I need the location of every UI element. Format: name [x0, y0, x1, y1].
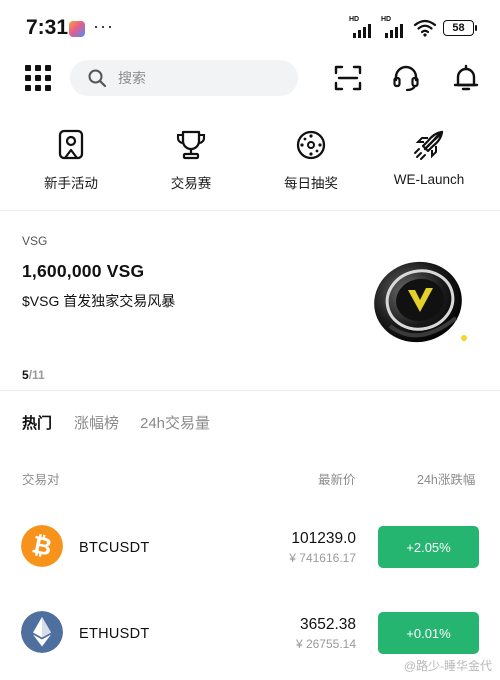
- customer-service-icon[interactable]: [391, 63, 421, 93]
- scan-icon[interactable]: [333, 63, 363, 93]
- last-price: 3652.38: [299, 616, 356, 633]
- cell-signal-icon-2: HD: [381, 16, 407, 38]
- fiat-price: ¥ 741616.17: [289, 551, 356, 565]
- fiat-price: ¥ 26755.14: [295, 637, 356, 651]
- quick-action-label: 交易赛: [170, 176, 212, 191]
- bitcoin-icon: ₿: [21, 525, 63, 567]
- wifi-icon: [413, 19, 437, 37]
- trophy-icon: [176, 130, 206, 160]
- pager-total: /11: [28, 368, 45, 382]
- quick-action-label: WE-Launch: [393, 172, 465, 187]
- quick-action-label: 新手活动: [44, 176, 98, 191]
- change-badge[interactable]: +2.05%: [378, 526, 479, 568]
- banner-pager: 5/11: [22, 368, 45, 382]
- quick-action-newbie[interactable]: 新手活动: [16, 128, 126, 192]
- badge-icon: [58, 129, 84, 160]
- banner-subtitle: $VSG 首发独家交易风暴: [22, 293, 176, 309]
- pair-name: BTCUSDT: [79, 540, 150, 556]
- rocket-icon: [414, 130, 444, 160]
- notification-bell-icon[interactable]: [451, 63, 481, 93]
- tab-24h-volume[interactable]: 24h交易量: [140, 412, 210, 433]
- change-badge[interactable]: +0.01%: [378, 612, 479, 654]
- table-row[interactable]: ₿ BTCUSDT 101239.0 ¥ 741616.17 +2.05%: [0, 511, 500, 581]
- search-icon: [88, 69, 107, 88]
- ethereum-icon: [21, 611, 63, 653]
- status-bar: 7:31 ··· HD HD 58: [0, 0, 500, 56]
- last-price: 101239.0: [291, 530, 356, 547]
- banner-title: 1,600,000 VSG: [22, 261, 145, 281]
- watermark: @路少-睡华金代: [403, 659, 492, 673]
- search-input[interactable]: 搜索: [70, 60, 298, 96]
- column-header-price[interactable]: 最新价: [318, 469, 356, 488]
- cell-signal-icon: HD: [349, 16, 375, 38]
- quick-action-label: 每日抽奖: [284, 176, 338, 191]
- column-header-change[interactable]: 24h涨跌幅: [417, 469, 475, 488]
- status-indicators: HD HD 58: [349, 16, 477, 39]
- quick-action-lottery[interactable]: 每日抽奖: [256, 128, 366, 192]
- quick-action-contest[interactable]: 交易赛: [136, 128, 246, 192]
- menu-grid-icon[interactable]: [25, 65, 51, 91]
- section-divider: [0, 210, 500, 211]
- quick-action-we-launch[interactable]: WE-Launch: [374, 128, 484, 187]
- banner-tag: VSG: [22, 234, 48, 248]
- banner-indicator-dot: [461, 335, 467, 341]
- lucky-wheel-icon: [296, 130, 326, 160]
- more-notifications-icon: ···: [93, 16, 114, 36]
- pager-current: 5: [22, 368, 29, 382]
- pair-name: ETHUSDT: [79, 626, 150, 642]
- status-time: 7:31: [26, 16, 69, 39]
- search-placeholder: 搜索: [118, 70, 146, 86]
- column-header-pair[interactable]: 交易对: [22, 469, 60, 488]
- battery-indicator: 58: [443, 20, 477, 36]
- vsg-token-logo: [374, 261, 462, 343]
- app-notification-icon: [69, 21, 85, 37]
- tab-hot[interactable]: 热门: [22, 412, 52, 433]
- section-divider: [0, 390, 500, 391]
- tab-gainers[interactable]: 涨幅榜: [74, 412, 119, 433]
